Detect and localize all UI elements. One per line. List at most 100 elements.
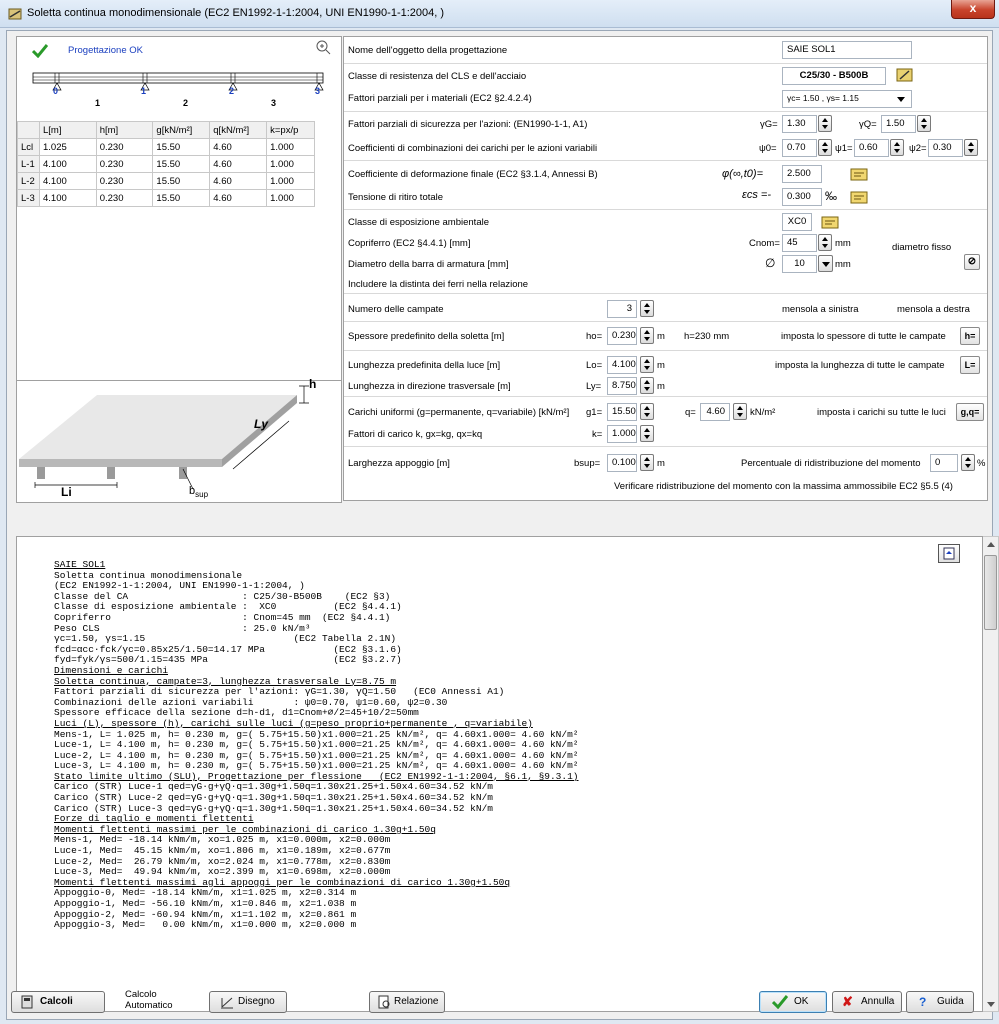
deform-help-icon[interactable] bbox=[850, 166, 869, 182]
annulla-button[interactable]: ✘ Annulla bbox=[832, 991, 902, 1013]
table-cell[interactable]: 0.230 bbox=[95, 189, 154, 207]
diam-input[interactable]: 10 bbox=[782, 255, 817, 273]
mensola-dx-toggle[interactable]: mensola a destra bbox=[897, 304, 970, 315]
carichi-all-button[interactable]: g,q= bbox=[956, 403, 984, 421]
table-cell[interactable]: 15.50 bbox=[152, 172, 211, 190]
cnom-input[interactable]: 45 bbox=[782, 234, 817, 252]
ho-spinner[interactable] bbox=[640, 327, 654, 344]
table-cell[interactable]: 4.60 bbox=[209, 138, 268, 156]
sketch-label-ly: Ly bbox=[254, 417, 269, 431]
table-cell[interactable]: 1.025 bbox=[38, 138, 97, 156]
q-input[interactable]: 4.60 bbox=[700, 403, 730, 421]
classe-input[interactable]: C25/30 - B500B bbox=[782, 67, 886, 85]
table-row[interactable]: L-1 4.100 0.230 15.50 4.60 1.000 bbox=[17, 155, 315, 173]
campate-input[interactable]: 3 bbox=[607, 300, 637, 318]
table-cell[interactable]: 15.50 bbox=[152, 138, 211, 156]
table-cell[interactable]: 4.100 bbox=[38, 155, 97, 173]
lo-input[interactable]: 4.100 bbox=[607, 356, 637, 374]
zoom-icon[interactable] bbox=[316, 40, 331, 55]
perc-input[interactable]: 0 bbox=[930, 454, 958, 472]
table-cell[interactable]: 4.60 bbox=[209, 155, 268, 173]
psi2-spinner[interactable] bbox=[964, 139, 978, 156]
ok-label: OK bbox=[794, 996, 809, 1007]
table-cell[interactable]: 0.230 bbox=[95, 155, 154, 173]
disegno-label: Disegno bbox=[238, 996, 275, 1007]
table-cell[interactable]: 1.000 bbox=[266, 189, 315, 207]
lo-spinner[interactable] bbox=[640, 356, 654, 373]
table-cell[interactable]: 0.230 bbox=[95, 172, 154, 190]
span-label-2: 2 bbox=[183, 98, 189, 108]
table-cell[interactable]: 1.000 bbox=[266, 138, 315, 156]
mensola-sx-toggle[interactable]: mensola a sinistra bbox=[782, 304, 859, 315]
table-cell[interactable]: 1.000 bbox=[266, 155, 315, 173]
report-scrollbar[interactable] bbox=[983, 536, 999, 1012]
table-row[interactable]: L-3 4.100 0.230 15.50 4.60 1.000 bbox=[17, 189, 315, 207]
ly-spinner[interactable] bbox=[640, 377, 654, 394]
verif-link[interactable]: Verificare ridistribuzione del momento c… bbox=[614, 481, 953, 492]
k-input[interactable]: 1.000 bbox=[607, 425, 637, 443]
perc-label: Percentuale di ridistribuzione del momen… bbox=[741, 458, 921, 469]
scroll-up-icon[interactable] bbox=[987, 542, 995, 547]
table-row[interactable]: Lcl 1.025 0.230 15.50 4.60 1.000 bbox=[17, 138, 315, 156]
table-cell[interactable]: 4.60 bbox=[209, 189, 268, 207]
nome-input[interactable]: SAIE SOL1 bbox=[782, 41, 912, 59]
diam-dropdown[interactable] bbox=[818, 255, 833, 272]
q-spinner[interactable] bbox=[733, 403, 747, 420]
bsup-spinner[interactable] bbox=[640, 454, 654, 471]
spess-all-button[interactable]: h= bbox=[960, 327, 980, 345]
table-row[interactable]: L-2 4.100 0.230 15.50 4.60 1.000 bbox=[17, 172, 315, 190]
psi2-input[interactable]: 0.30 bbox=[928, 139, 963, 157]
sketch-label-h: h bbox=[309, 377, 317, 391]
disegno-button[interactable]: Disegno bbox=[209, 991, 287, 1013]
campate-spinner[interactable] bbox=[640, 300, 654, 317]
close-button[interactable]: x bbox=[951, 0, 995, 19]
k-label: Fattori di carico k, gx=kg, qx=kq bbox=[348, 429, 483, 440]
g1-input[interactable]: 15.50 bbox=[607, 403, 637, 421]
dialog-body: Progettazione OK 0 1 2 3 1 2 3 L[m] h[m] bbox=[6, 30, 999, 1020]
ritiro-help-icon[interactable] bbox=[850, 189, 869, 205]
diam-symbol: ∅ bbox=[765, 256, 776, 270]
psi0-spinner[interactable] bbox=[818, 139, 832, 156]
phi-input[interactable]: 2.500 bbox=[782, 165, 822, 183]
gammaG-spinner[interactable] bbox=[818, 115, 832, 132]
scroll-thumb[interactable] bbox=[984, 555, 997, 630]
psi1-input[interactable]: 0.60 bbox=[854, 139, 889, 157]
calcoli-button[interactable]: Calcoli bbox=[11, 991, 105, 1013]
relazione-button[interactable]: Relazione bbox=[369, 991, 445, 1013]
espos-help-icon[interactable] bbox=[821, 214, 840, 230]
ok-button[interactable]: OK bbox=[759, 991, 827, 1013]
report-export-button[interactable] bbox=[938, 544, 960, 563]
copri-label: Copriferro (EC2 §4.4.1) [mm] bbox=[348, 238, 471, 249]
k-spinner[interactable] bbox=[640, 425, 654, 442]
ho-input[interactable]: 0.230 bbox=[607, 327, 637, 345]
table-cell[interactable]: 0.230 bbox=[95, 138, 154, 156]
perc-spinner[interactable] bbox=[961, 454, 975, 471]
espos-input[interactable]: XC0 bbox=[782, 213, 812, 231]
psi0-input[interactable]: 0.70 bbox=[782, 139, 817, 157]
report-view[interactable]: SAIE SOL1 Soletta continua monodimensiona… bbox=[16, 536, 983, 1012]
guida-button[interactable]: ? Guida bbox=[906, 991, 974, 1013]
psi1-spinner[interactable] bbox=[890, 139, 904, 156]
gammaQ-spinner[interactable] bbox=[917, 115, 931, 132]
table-cell[interactable]: 1.000 bbox=[266, 172, 315, 190]
cnom-spinner[interactable] bbox=[818, 234, 832, 251]
calcoli-label: Calcoli bbox=[40, 996, 73, 1007]
table-cell[interactable]: 15.50 bbox=[152, 189, 211, 207]
gammaQ-input[interactable]: 1.50 bbox=[881, 115, 916, 133]
luce-all-button[interactable]: L= bbox=[960, 356, 980, 374]
ly-input[interactable]: 8.750 bbox=[607, 377, 637, 395]
g1-spinner[interactable] bbox=[640, 403, 654, 420]
chevron-down-icon[interactable] bbox=[897, 97, 905, 102]
scroll-down-icon[interactable] bbox=[987, 1002, 995, 1007]
table-cell[interactable]: 4.100 bbox=[38, 189, 97, 207]
bsup-input[interactable]: 0.100 bbox=[607, 454, 637, 472]
gammaG-input[interactable]: 1.30 bbox=[782, 115, 817, 133]
table-cell[interactable]: 15.50 bbox=[152, 155, 211, 173]
calcolo-automatico-toggle[interactable]: Calcolo Automatico bbox=[125, 989, 173, 1011]
ecs-input[interactable]: 0.300 bbox=[782, 188, 822, 206]
materials-icon[interactable] bbox=[896, 67, 915, 83]
table-cell[interactable]: 4.60 bbox=[209, 172, 268, 190]
fattori-mat-select[interactable]: γc= 1.50 , γs= 1.15 bbox=[782, 90, 912, 108]
no-diam-fisso-icon[interactable]: ⊘ bbox=[964, 254, 980, 270]
table-cell[interactable]: 4.100 bbox=[38, 172, 97, 190]
